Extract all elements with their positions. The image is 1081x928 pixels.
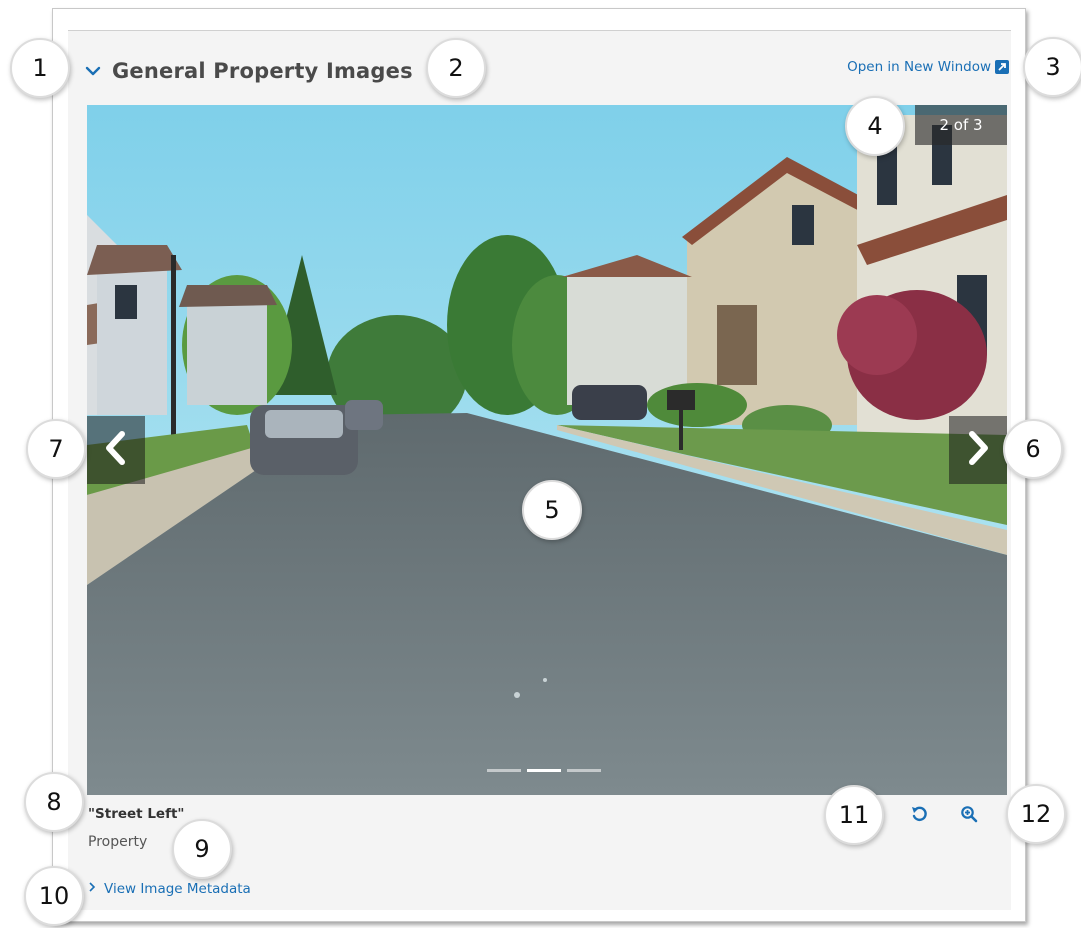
annotation-marker-6: 6 <box>1003 419 1063 479</box>
annotation-marker-3: 3 <box>1023 37 1081 97</box>
external-link-icon <box>995 60 1009 74</box>
annotation-marker-5: 5 <box>522 480 582 540</box>
carousel-indicator-3[interactable] <box>567 769 601 772</box>
annotation-marker-1: 1 <box>10 38 70 98</box>
annotation-marker-7: 7 <box>26 419 86 479</box>
carousel-indicator-2[interactable] <box>527 769 561 772</box>
chevron-right-icon <box>88 881 96 897</box>
view-image-metadata-label: View Image Metadata <box>104 881 251 897</box>
carousel-indicators <box>487 769 601 772</box>
next-image-button[interactable] <box>949 416 1007 484</box>
annotation-marker-4: 4 <box>845 96 905 156</box>
previous-image-button[interactable] <box>87 416 145 484</box>
annotation-marker-2: 2 <box>426 38 486 98</box>
annotation-marker-8: 8 <box>24 772 84 832</box>
annotation-marker-9: 9 <box>172 819 232 879</box>
view-image-metadata-link[interactable]: View Image Metadata <box>88 881 251 897</box>
carousel-indicator-1[interactable] <box>487 769 521 772</box>
image-counter: 2 of 3 <box>915 105 1007 145</box>
panel-title: General Property Images <box>112 59 413 83</box>
chevron-down-icon[interactable] <box>84 62 102 80</box>
street-photo <box>87 105 1007 795</box>
panel-header[interactable]: General Property Images <box>84 54 413 88</box>
annotation-marker-11: 11 <box>824 785 884 845</box>
open-new-window-link[interactable]: Open in New Window <box>847 59 1009 75</box>
rotate-icon[interactable] <box>908 803 930 825</box>
annotation-marker-12: 12 <box>1006 784 1066 844</box>
chevron-left-icon <box>102 430 130 470</box>
image-caption: "Street Left" <box>88 806 185 822</box>
image-category: Property <box>88 834 148 850</box>
chevron-right-icon <box>964 430 992 470</box>
open-new-window-label: Open in New Window <box>847 59 991 75</box>
image-viewer[interactable]: 2 of 3 <box>87 105 1007 795</box>
zoom-in-icon[interactable] <box>958 803 980 825</box>
annotation-marker-10: 10 <box>24 866 84 926</box>
